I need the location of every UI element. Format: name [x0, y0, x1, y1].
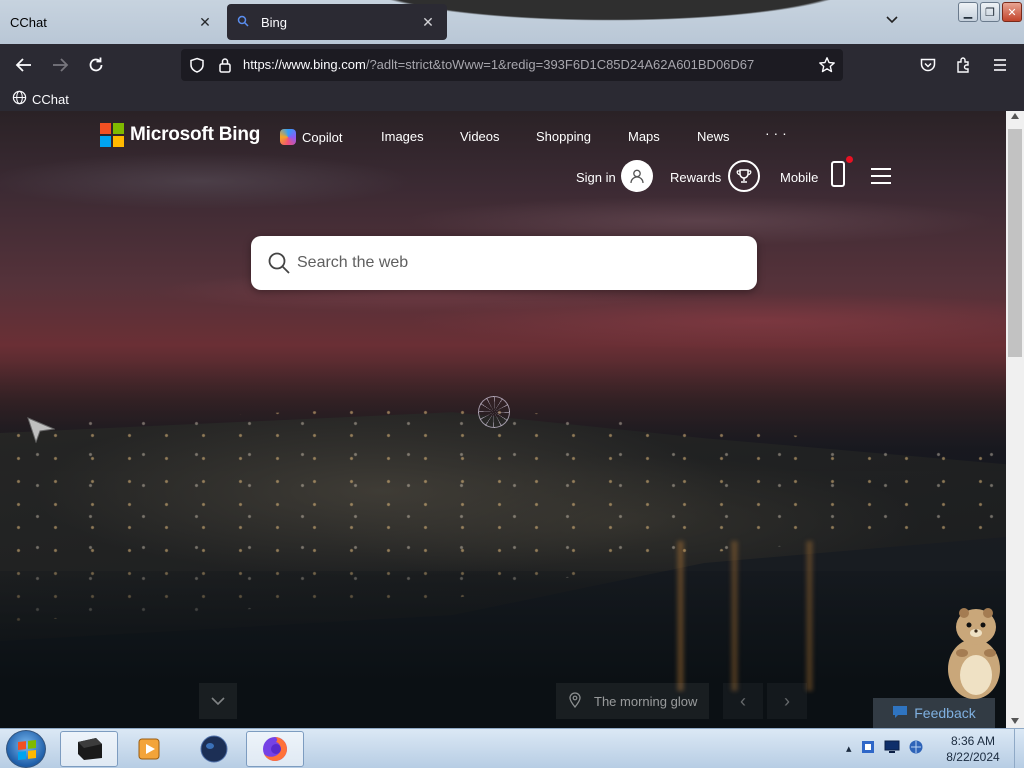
pocket-icon[interactable] — [918, 55, 938, 75]
rewards-trophy-icon[interactable] — [728, 160, 760, 192]
network-tray-icon[interactable] — [908, 739, 924, 758]
rewards-label[interactable]: Rewards — [670, 170, 721, 185]
bing-logo[interactable]: Microsoft Bing — [100, 123, 260, 147]
tab-title: CChat — [10, 14, 47, 30]
tab-close-icon[interactable]: ✕ — [196, 14, 214, 31]
previous-image-chevron-icon[interactable]: ‹ — [723, 683, 763, 719]
show-hidden-icons-arrow-icon[interactable]: ▴ — [846, 742, 852, 755]
clock-date: 8/22/2024 — [946, 750, 1000, 764]
taskbar-app-media-player[interactable] — [120, 731, 178, 767]
app-menu-icon[interactable] — [990, 55, 1010, 75]
bookmark-label: CChat — [32, 91, 69, 107]
search-icon[interactable] — [267, 251, 291, 280]
windows-logo-icon — [18, 740, 36, 760]
notification-dot — [846, 156, 853, 163]
display-tray-icon[interactable] — [884, 740, 900, 757]
forward-arrow-icon[interactable] — [50, 55, 70, 75]
caption-text: The morning glow — [594, 693, 698, 709]
background-reflections — [640, 541, 940, 691]
nav-more-dots[interactable]: · · · — [765, 125, 787, 141]
feedback-label: Feedback — [914, 705, 976, 721]
reload-icon[interactable] — [86, 55, 106, 75]
bing-homepage: Microsoft Bing Copilot Images Videos Sho… — [0, 111, 1006, 728]
tab-strip: CChat ✕ Bing ✕ ▁ ❐ ✕ — [0, 0, 1024, 44]
search-favicon-icon — [237, 15, 253, 30]
bookmarks-toolbar: CChat — [0, 86, 1024, 111]
minimize-window-button[interactable]: ▁ — [958, 2, 978, 22]
scroll-down-chevron-icon[interactable] — [199, 683, 237, 719]
nav-label: Copilot — [302, 130, 343, 145]
hamburger-menu-icon[interactable] — [871, 168, 891, 184]
tab-bing[interactable]: Bing ✕ — [227, 4, 447, 40]
extensions-puzzle-icon[interactable] — [954, 55, 974, 75]
feedback-chat-icon — [892, 705, 908, 722]
ferris-wheel — [478, 396, 510, 428]
sign-in-label[interactable]: Sign in — [576, 170, 616, 185]
sign-in-avatar-icon[interactable] — [621, 160, 653, 192]
next-image-chevron-icon[interactable]: › — [767, 683, 807, 719]
system-tray: ▴ — [846, 739, 924, 758]
tab-title: Bing — [261, 14, 288, 30]
security-tray-icon[interactable] — [860, 739, 876, 758]
mobile-label[interactable]: Mobile — [780, 170, 818, 185]
nav-toolbar: https://www.bing.com/?adlt=strict&toWww=… — [0, 44, 1024, 86]
url-text[interactable]: https://www.bing.com/?adlt=strict&toWww=… — [243, 57, 809, 72]
nav-maps[interactable]: Maps — [628, 129, 660, 144]
nav-copilot[interactable]: Copilot — [280, 129, 342, 145]
search-input[interactable] — [297, 250, 737, 276]
url-host: https://www.bing.com — [243, 57, 366, 72]
bookmark-cchat[interactable]: CChat — [12, 90, 69, 108]
scroll-thumb[interactable] — [1008, 129, 1022, 357]
nav-news[interactable]: News — [697, 129, 730, 144]
cursor-arrow-icon — [27, 417, 56, 448]
bookmark-star-icon[interactable] — [817, 55, 837, 75]
list-all-tabs-chevron-icon[interactable] — [884, 12, 904, 32]
taskbar-app-firefox[interactable] — [246, 731, 304, 767]
back-arrow-icon[interactable] — [14, 55, 34, 75]
address-bar[interactable]: https://www.bing.com/?adlt=strict&toWww=… — [181, 49, 843, 81]
scroll-down-arrow-icon[interactable] — [1011, 718, 1019, 724]
nav-videos[interactable]: Videos — [460, 129, 500, 144]
start-button[interactable] — [6, 730, 46, 768]
hamster-mascot[interactable] — [940, 601, 1004, 701]
windows-taskbar: ▴ 8:36 AM 8/22/2024 — [0, 728, 1024, 768]
tab-close-icon[interactable]: ✕ — [419, 14, 437, 31]
taskbar-clock[interactable]: 8:36 AM 8/22/2024 — [937, 733, 1009, 765]
mobile-phone-icon[interactable] — [831, 161, 845, 187]
show-desktop-button[interactable] — [1014, 729, 1024, 768]
nav-shopping[interactable]: Shopping — [536, 129, 591, 144]
taskbar-app-network-globe[interactable] — [185, 731, 243, 767]
location-pin-icon — [568, 691, 582, 711]
nav-images[interactable]: Images — [381, 129, 424, 144]
globe-icon — [12, 90, 27, 108]
lock-icon[interactable] — [215, 55, 235, 75]
logo-text: Microsoft Bing — [130, 124, 261, 145]
taskbar-app-terminal[interactable] — [60, 731, 118, 767]
copilot-icon — [280, 129, 296, 145]
close-window-button[interactable]: ✕ — [1002, 2, 1022, 22]
image-caption[interactable]: The morning glow — [556, 683, 710, 719]
microsoft-logo-icon — [100, 123, 124, 147]
feedback-button[interactable]: Feedback — [873, 698, 995, 728]
clock-time: 8:36 AM — [950, 734, 996, 748]
shield-icon[interactable] — [187, 55, 207, 75]
page-scrollbar[interactable] — [1006, 111, 1024, 728]
search-box[interactable] — [251, 236, 757, 290]
restore-window-button[interactable]: ❐ — [980, 2, 1000, 22]
tab-cchat[interactable]: CChat ✕ — [0, 4, 224, 40]
url-path: /?adlt=strict&toWww=1&redig=393F6D1C85D2… — [365, 57, 755, 72]
scroll-up-arrow-icon[interactable] — [1011, 113, 1019, 119]
